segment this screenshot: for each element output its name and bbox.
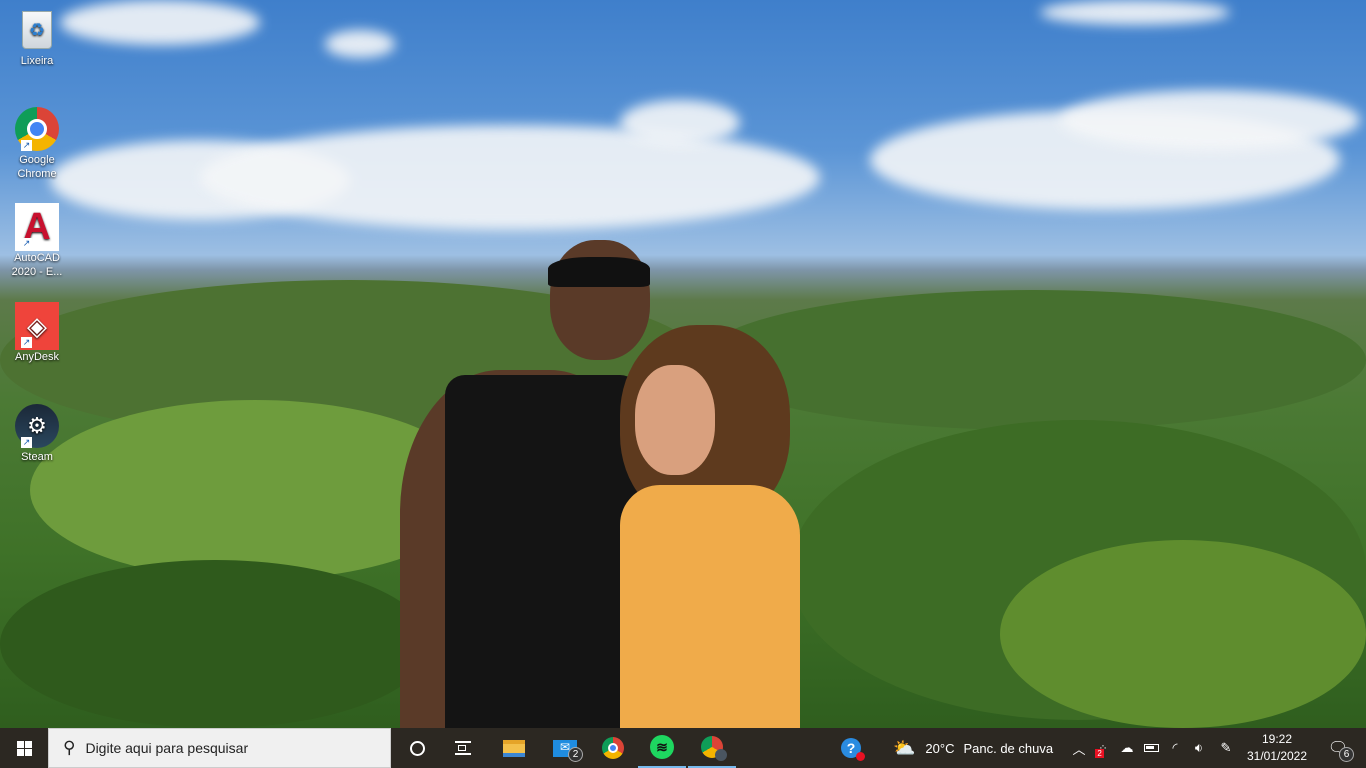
clock-time: 19:22 <box>1261 732 1293 746</box>
cortana-icon <box>409 740 425 756</box>
search-icon: ⚲ <box>63 738 76 757</box>
shortcut-arrow-icon: ↗ <box>21 337 32 348</box>
desktop-icon-steam[interactable]: ⚙ ↗ Steam <box>4 404 70 464</box>
desktop-icon-recycle-bin[interactable]: ♻ Lixeira <box>4 8 70 68</box>
volume-button[interactable]: 🔉︎ <box>1188 728 1210 768</box>
chrome-profile-icon <box>701 736 727 761</box>
start-button[interactable] <box>0 728 48 768</box>
onedrive-button[interactable]: ☁ <box>1116 728 1138 768</box>
taskbar-spotify[interactable]: ≋ <box>638 728 686 768</box>
cortana-button[interactable] <box>394 728 440 768</box>
folder-icon <box>503 739 525 757</box>
weather-widget[interactable]: ⛅ 20°C Panc. de chuva <box>893 728 1063 768</box>
taskbar-file-explorer[interactable] <box>490 728 538 768</box>
pen-icon: ✎ <box>1220 740 1232 755</box>
weather-condition: Panc. de chuva <box>963 740 1054 756</box>
chrome-icon <box>602 737 624 759</box>
network-app-icon: ⁘2 <box>1095 742 1108 758</box>
desktop-icon-label: Lixeira <box>20 55 54 67</box>
windows-logo-icon <box>16 740 32 756</box>
mail-badge: 2 <box>568 747 583 762</box>
autocad-icon: A ↗ <box>15 203 59 251</box>
steam-icon: ⚙ ↗ <box>15 404 59 448</box>
tray-alert-badge: 2 <box>1095 748 1104 758</box>
cloud-icon: ☁ <box>1120 740 1134 755</box>
taskbar: ⚲ Digite aqui para pesquisar ✉ 2 ≋ ? ⛅ 20… <box>0 728 1366 768</box>
desktop-icon-google-chrome[interactable]: ↗ Google Chrome <box>4 107 70 181</box>
pen-workspace-button[interactable]: ✎ <box>1214 728 1238 768</box>
shortcut-arrow-icon: ↗ <box>21 437 32 448</box>
desktop-wallpaper <box>0 0 1366 728</box>
desktop-icon-autocad[interactable]: A ↗ AutoCAD 2020 - E... <box>4 203 70 279</box>
volume-icon: 🔉︎ <box>1194 740 1204 755</box>
taskbar-chrome[interactable] <box>589 728 637 768</box>
weather-temperature: 20°C <box>925 740 955 756</box>
chevron-up-icon: ︿ <box>1072 741 1086 757</box>
tray-app-alert[interactable]: ⁘2 <box>1092 728 1114 768</box>
anydesk-icon: ◈ ↗ <box>15 302 59 350</box>
wifi-icon: ◜ <box>1172 740 1178 755</box>
weather-icon: ⛅ <box>893 737 916 758</box>
spotify-icon: ≋ <box>650 735 674 759</box>
taskbar-chrome-profile[interactable] <box>688 728 736 768</box>
desktop-icon-label: Google Chrome <box>17 154 57 180</box>
action-center-button[interactable]: 🗨︎ 6 <box>1318 728 1358 768</box>
chrome-icon: ↗ <box>15 107 59 151</box>
shortcut-arrow-icon: ↗ <box>21 238 32 249</box>
recycle-bin-icon: ♻ <box>15 8 59 52</box>
search-placeholder: Digite aqui para pesquisar <box>85 740 249 756</box>
help-icon: ? <box>841 738 865 761</box>
task-view-button[interactable] <box>440 728 486 768</box>
show-hidden-icons-button[interactable]: ︿ <box>1068 728 1090 768</box>
help-tray-button[interactable]: ? <box>836 728 866 768</box>
person-right <box>610 325 800 728</box>
wifi-button[interactable]: ◜ <box>1164 728 1186 768</box>
desktop-icon-label: Steam <box>21 451 53 463</box>
battery-button[interactable] <box>1140 728 1162 768</box>
shortcut-arrow-icon: ↗ <box>21 140 32 151</box>
clock[interactable]: 19:22 31/01/2022 <box>1242 728 1312 768</box>
notification-badge: 6 <box>1339 747 1354 762</box>
desktop-icon-anydesk[interactable]: ◈ ↗ AnyDesk <box>4 302 70 364</box>
search-box[interactable]: ⚲ Digite aqui para pesquisar <box>48 728 391 768</box>
clock-date: 31/01/2022 <box>1246 749 1308 763</box>
taskbar-mail[interactable]: ✉ 2 <box>541 728 589 768</box>
task-view-icon <box>455 741 471 755</box>
desktop-icon-label: AutoCAD 2020 - E... <box>11 252 63 278</box>
desktop-icon-label: AnyDesk <box>14 351 60 363</box>
battery-icon <box>1143 744 1159 752</box>
